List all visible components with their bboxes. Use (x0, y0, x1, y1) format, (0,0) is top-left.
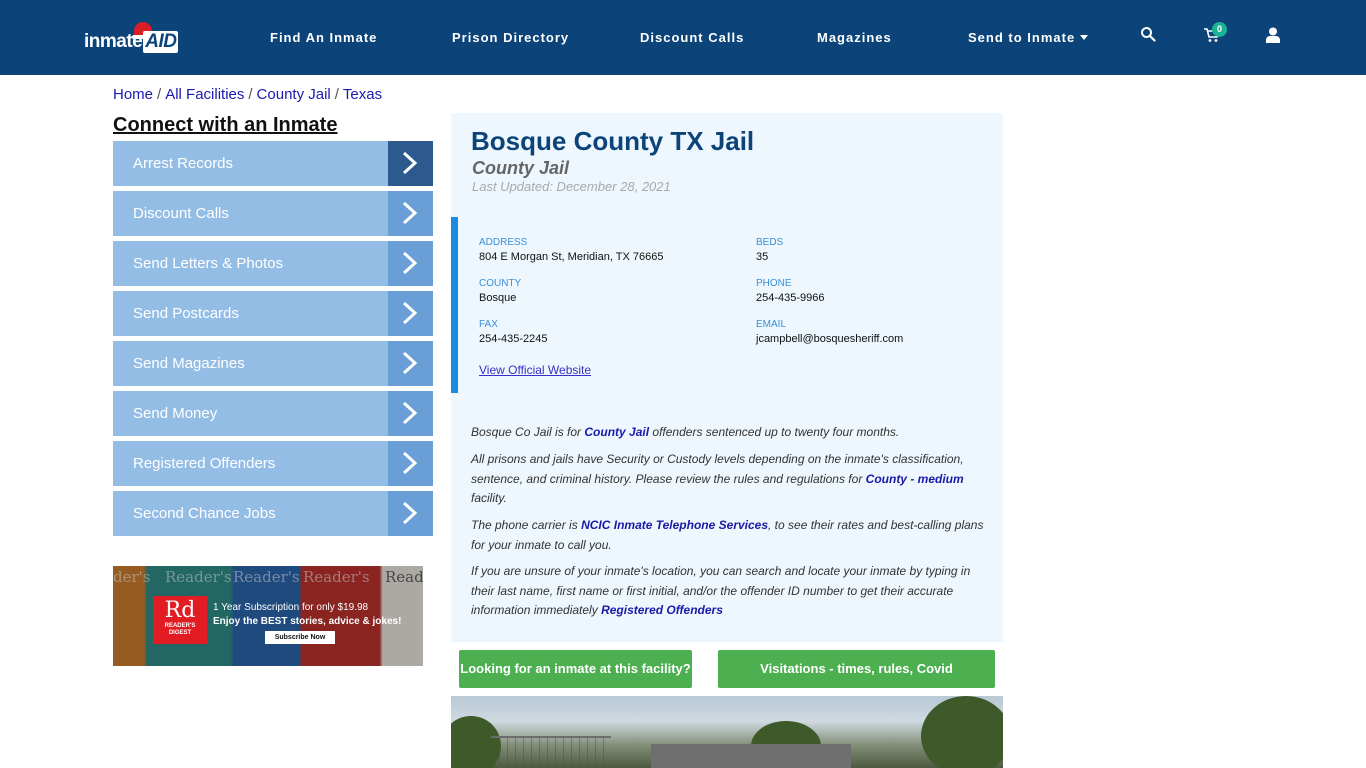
paragraph-text: facility. (471, 491, 507, 505)
chevron-right-icon (388, 291, 433, 336)
breadcrumb-separator: / (248, 86, 253, 103)
ad-offer-text: 1 Year Subscription for only $19.98 (213, 602, 369, 613)
breadcrumb-texas[interactable]: Texas (343, 86, 382, 103)
sidebar-title: Connect with an Inmate (113, 114, 338, 136)
sidebar-item-label: Registered Offenders (133, 455, 276, 472)
phone-carrier-link[interactable]: NCIC Inmate Telephone Services (581, 518, 768, 532)
chevron-right-icon (388, 191, 433, 236)
rd-logo-text-2: DIGEST (168, 630, 192, 636)
sidebar-item-arrest-records[interactable]: Arrest Records (113, 141, 433, 186)
user-icon[interactable] (1266, 27, 1286, 47)
official-website-link[interactable]: View Official Website (479, 363, 591, 377)
logo-accent: AID (143, 31, 179, 53)
ad-subscribe-button[interactable]: Subscribe Now (265, 631, 335, 644)
facility-title: Bosque County TX Jail (471, 126, 755, 156)
photo-building-roof (651, 744, 851, 768)
rd-logo-mark: Rd (164, 598, 196, 623)
paragraph-text: Bosque Co Jail is for (471, 425, 585, 439)
readers-digest-logo: Rd READER'S DIGEST (153, 596, 207, 644)
rd-logo-text-1: READER'S (164, 623, 196, 629)
address-value: 804 E Morgan St, Meridian, TX 76665 (479, 251, 664, 263)
beds-label: BEDS (756, 237, 784, 248)
fax-value: 254-435-2245 (479, 333, 548, 345)
sidebar-item-label: Send Letters & Photos (133, 255, 284, 272)
ad-tagline: Enjoy the BEST stories, advice & jokes! (213, 616, 402, 627)
phone-value: 254-435-9966 (756, 292, 825, 304)
search-icon[interactable] (1140, 26, 1160, 46)
county-jail-link[interactable]: County Jail (584, 425, 649, 439)
visitations-button[interactable]: Visitations - times, rules, Covid cancel… (718, 650, 995, 714)
breadcrumb: Home / All Facilities / County Jail / Texas (113, 86, 382, 103)
logo-text: inmate (84, 31, 143, 52)
beds-value: 35 (756, 251, 769, 263)
readers-digest-ad-banner[interactable]: der's Reader's Reader's Reader's Read Rd… (113, 566, 423, 666)
sidebar-item-label: Arrest Records (133, 155, 234, 172)
site-logo[interactable]: inmate AID (84, 22, 184, 56)
nav-find-an-inmate[interactable]: Find An Inmate (270, 30, 377, 45)
sidebar-item-send-postcards[interactable]: Send Postcards (113, 291, 433, 336)
nav-magazines[interactable]: Magazines (817, 30, 892, 45)
find-inmate-at-facility-button[interactable]: Looking for an inmate at this facility? (459, 650, 692, 688)
email-value: jcampbell@bosquesheriff.com (756, 333, 904, 345)
breadcrumb-home[interactable]: Home (113, 86, 153, 103)
nav-discount-calls[interactable]: Discount Calls (640, 30, 744, 45)
nav-send-to-inmate[interactable]: Send to Inmate (968, 30, 1089, 45)
sidebar-item-label: Send Magazines (133, 355, 245, 372)
sidebar-item-send-letters-photos[interactable]: Send Letters & Photos (113, 241, 433, 286)
photo-fence (491, 736, 611, 766)
county-label: COUNTY (479, 278, 522, 289)
description-paragraph-1: Bosque Co Jail is for County Jail offend… (471, 423, 991, 443)
chevron-right-icon (388, 441, 433, 486)
last-updated: Last Updated: December 28, 2021 (472, 179, 671, 194)
email-label: EMAIL (756, 319, 787, 330)
phone-label: PHONE (756, 278, 792, 289)
breadcrumb-all-facilities[interactable]: All Facilities (165, 86, 244, 103)
paragraph-text: The phone carrier is (471, 518, 582, 532)
top-navigation-bar: inmate AID Find An Inmate Prison Director… (0, 0, 1366, 75)
nav-prison-directory[interactable]: Prison Directory (452, 30, 569, 45)
facility-street-view-photo (451, 696, 1003, 768)
chevron-right-icon (388, 241, 433, 286)
sidebar-item-second-chance-jobs[interactable]: Second Chance Jobs (113, 491, 433, 536)
chevron-right-icon (388, 141, 433, 186)
sidebar-item-discount-calls[interactable]: Discount Calls (113, 191, 433, 236)
chevron-right-icon (388, 391, 433, 436)
facility-type: County Jail (472, 158, 570, 178)
sidebar-item-send-magazines[interactable]: Send Magazines (113, 341, 433, 386)
paragraph-text: offenders sentenced up to twenty four mo… (649, 425, 900, 439)
sidebar-item-label: Discount Calls (133, 205, 229, 222)
description-paragraph-3: The phone carrier is NCIC Inmate Telepho… (471, 516, 991, 555)
photo-tree (921, 696, 1003, 768)
caret-down-icon (1080, 35, 1089, 40)
breadcrumb-separator: / (334, 86, 339, 103)
description-paragraph-2: All prisons and jails have Security or C… (471, 450, 991, 509)
chevron-right-icon (388, 341, 433, 386)
breadcrumb-separator: / (157, 86, 162, 103)
breadcrumb-county-jail[interactable]: County Jail (257, 86, 331, 103)
fax-label: FAX (479, 319, 498, 330)
sidebar-item-label: Send Money (133, 405, 218, 422)
address-label: ADDRESS (479, 237, 528, 248)
sidebar-item-registered-offenders[interactable]: Registered Offenders (113, 441, 433, 486)
county-value: Bosque (479, 292, 517, 304)
security-level-link[interactable]: County - medium (866, 472, 964, 486)
registered-offenders-link[interactable]: Registered Offenders (601, 603, 723, 617)
description-paragraph-4: If you are unsure of your inmate's locat… (471, 562, 991, 621)
sidebar-item-label: Second Chance Jobs (133, 505, 276, 522)
cart-count-badge: 0 (1212, 22, 1227, 37)
info-accent-bar (451, 217, 458, 393)
sidebar-item-send-money[interactable]: Send Money (113, 391, 433, 436)
sidebar-item-label: Send Postcards (133, 305, 239, 322)
chevron-right-icon (388, 491, 433, 536)
nav-send-to-inmate-label: Send to Inmate (968, 30, 1076, 45)
